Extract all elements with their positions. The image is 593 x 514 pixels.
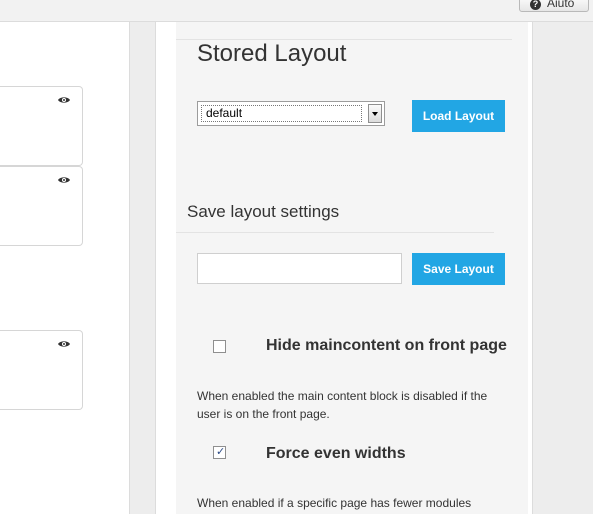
- help-button-label: Aiuto: [547, 0, 575, 10]
- hide-maincontent-checkbox[interactable]: [213, 340, 226, 353]
- module-position-box[interactable]: [0, 166, 83, 246]
- layout-select-value: default: [201, 105, 362, 122]
- force-even-widths-description: When enabled if a specific page has fewe…: [197, 496, 472, 510]
- save-layout-button[interactable]: Save Layout: [412, 253, 505, 285]
- divider: [176, 232, 494, 233]
- checkmark-icon: ✓: [216, 446, 226, 458]
- module-position-box[interactable]: [0, 330, 83, 410]
- question-circle-icon: ?: [530, 0, 541, 10]
- layout-select[interactable]: default: [197, 101, 385, 126]
- stored-layout-title: Stored Layout: [197, 40, 347, 67]
- layout-modules-panel: [0, 22, 130, 514]
- help-button[interactable]: ? Aiuto: [519, 0, 589, 12]
- load-layout-button[interactable]: Load Layout: [412, 100, 505, 132]
- hide-maincontent-label: Hide maincontent on front page: [266, 337, 507, 354]
- eye-icon[interactable]: [58, 96, 70, 104]
- module-position-box[interactable]: [0, 86, 83, 166]
- eye-icon[interactable]: [58, 176, 70, 184]
- eye-icon[interactable]: [58, 340, 70, 348]
- force-even-widths-label: Force even widths: [266, 445, 406, 462]
- layout-name-input[interactable]: [197, 253, 402, 284]
- save-layout-settings-title: Save layout settings: [187, 202, 340, 221]
- top-toolbar: ? Aiuto: [0, 0, 593, 22]
- force-even-widths-checkbox[interactable]: ✓: [213, 446, 226, 459]
- dropdown-arrow-icon[interactable]: [368, 104, 382, 123]
- hide-maincontent-description: When enabled the main content block is d…: [197, 389, 488, 421]
